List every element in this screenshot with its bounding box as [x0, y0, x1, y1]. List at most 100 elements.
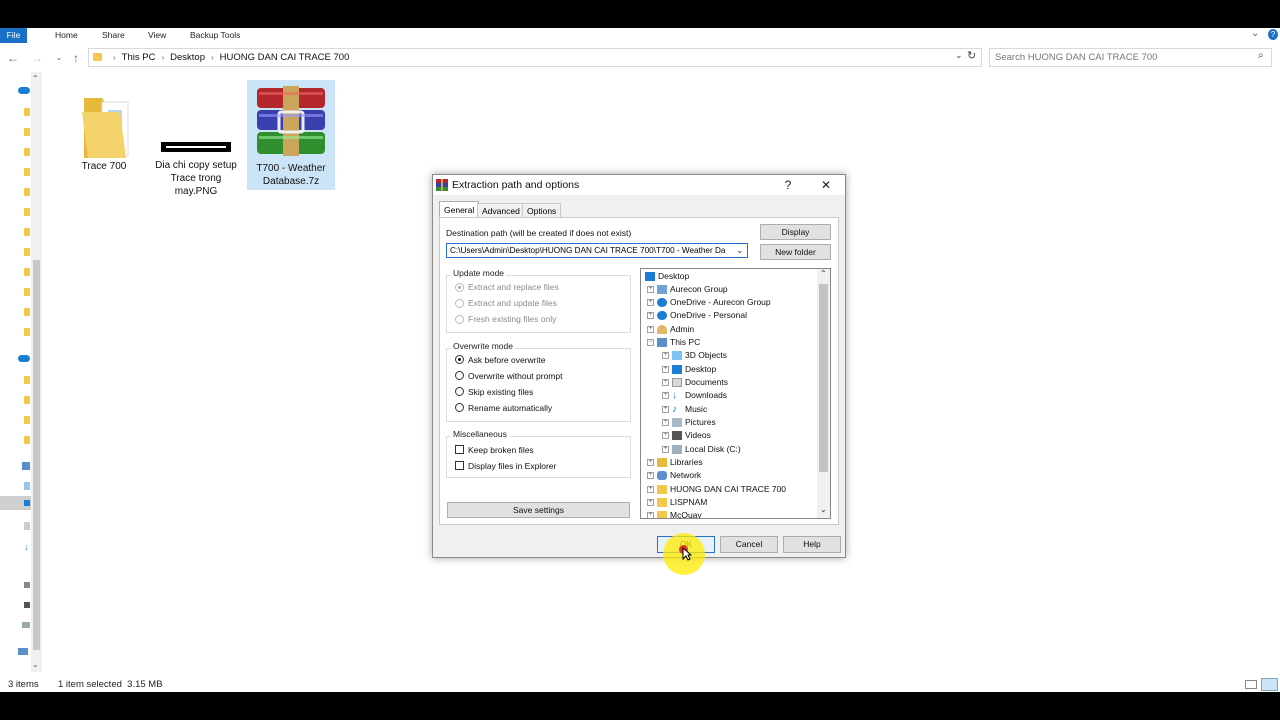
- scroll-down-icon[interactable]: ⌄: [820, 505, 827, 514]
- details-view-icon[interactable]: [1245, 680, 1257, 689]
- expand-icon[interactable]: +: [662, 446, 669, 454]
- update-mode-radio-3[interactable]: [455, 315, 464, 324]
- address-dropdown-icon[interactable]: ⌄: [955, 50, 963, 61]
- scroll-up-icon[interactable]: ⌃: [820, 269, 827, 278]
- display-button[interactable]: Display: [760, 224, 831, 240]
- cancel-button[interactable]: Cancel: [720, 536, 778, 553]
- tree-item-documents[interactable]: + Documents: [662, 376, 728, 389]
- tree-item-admin[interactable]: + Admin: [647, 323, 694, 336]
- expand-icon[interactable]: +: [647, 286, 654, 294]
- expand-icon[interactable]: +: [647, 326, 654, 334]
- expand-icon[interactable]: +: [647, 512, 654, 518]
- ribbon-expand-icon[interactable]: ⌄: [1251, 28, 1259, 39]
- breadcrumb-desktop[interactable]: Desktop: [170, 52, 205, 63]
- display-in-explorer-checkbox[interactable]: [455, 461, 464, 470]
- scroll-down-icon[interactable]: ⌄: [32, 660, 39, 669]
- expand-icon[interactable]: +: [647, 499, 654, 507]
- expand-icon[interactable]: +: [662, 392, 669, 400]
- overwrite-mode-option-2[interactable]: Overwrite without prompt: [468, 371, 562, 381]
- overwrite-mode-radio-4[interactable]: [455, 403, 464, 412]
- up-button[interactable]: ↑: [67, 46, 85, 70]
- tree-item-huong-dan-folder[interactable]: + HUONG DAN CAI TRACE 700: [647, 483, 786, 496]
- chevron-down-icon[interactable]: ⌄: [736, 244, 744, 257]
- tree-item-local-disk[interactable]: + Local Disk (C:): [662, 443, 741, 456]
- search-input[interactable]: Search HUONG DAN CAI TRACE 700: [995, 49, 1157, 66]
- help-button[interactable]: Help: [783, 536, 841, 553]
- dialog-help-button[interactable]: ?: [775, 175, 801, 195]
- ribbon-tab-share[interactable]: Share: [96, 28, 131, 43]
- dialog-close-button[interactable]: ✕: [813, 175, 839, 195]
- folder-icon: [24, 168, 30, 176]
- update-mode-radio-1[interactable]: [455, 283, 464, 292]
- tree-item-aurecon-group[interactable]: + Aurecon Group: [647, 283, 728, 296]
- tree-item-music[interactable]: + ♪ Music: [662, 403, 707, 416]
- tree-item-downloads[interactable]: + ↓ Downloads: [662, 389, 727, 402]
- dialog-titlebar[interactable]: Extraction path and options ? ✕: [433, 175, 845, 195]
- ribbon-tab-view[interactable]: View: [142, 28, 172, 43]
- tree-item-mcquay[interactable]: + McQuay: [647, 509, 702, 518]
- display-in-explorer-label[interactable]: Display files in Explorer: [468, 461, 556, 471]
- new-folder-button[interactable]: New folder: [760, 244, 831, 260]
- expand-icon[interactable]: +: [647, 299, 654, 307]
- tree-scrollbar[interactable]: ⌃ ⌄: [817, 269, 830, 518]
- tree-item-desktop-pc[interactable]: + Desktop: [662, 363, 716, 376]
- expand-icon[interactable]: +: [662, 406, 669, 414]
- search-box[interactable]: Search HUONG DAN CAI TRACE 700 ⌕: [989, 48, 1272, 67]
- tree-item-pictures[interactable]: + Pictures: [662, 416, 716, 429]
- tree-item-libraries[interactable]: + Libraries: [647, 456, 703, 469]
- expand-icon[interactable]: +: [647, 486, 654, 494]
- scroll-up-icon[interactable]: ⌃: [32, 74, 39, 83]
- file-item-png[interactable]: Dia chi copy setup Trace trong may.PNG: [154, 84, 238, 204]
- destination-path-combo[interactable]: C:\Users\Admin\Desktop\HUONG DAN CAI TRA…: [446, 243, 748, 258]
- ribbon-tab-backup-tools[interactable]: Backup Tools: [184, 28, 246, 43]
- tree-item-label: Music: [685, 404, 708, 414]
- collapse-icon[interactable]: −: [647, 339, 654, 347]
- update-mode-radio-2[interactable]: [455, 299, 464, 308]
- expand-icon[interactable]: +: [647, 459, 654, 467]
- tree-item-onedrive-aurecon[interactable]: + OneDrive - Aurecon Group: [647, 296, 771, 309]
- tree-item-3d-objects[interactable]: +3D Objects: [662, 349, 727, 362]
- back-button[interactable]: ←: [4, 46, 22, 70]
- tree-item-network[interactable]: + Network: [647, 469, 701, 482]
- expand-icon[interactable]: +: [662, 366, 669, 374]
- expand-icon[interactable]: +: [647, 472, 654, 480]
- large-icons-view-icon[interactable]: [1261, 678, 1278, 691]
- keep-broken-files-label[interactable]: Keep broken files: [468, 445, 534, 455]
- file-item-archive-selected[interactable]: T700 - Weather Database.7z: [247, 80, 335, 190]
- tab-options[interactable]: Options: [522, 203, 562, 217]
- forward-button[interactable]: →: [28, 46, 46, 70]
- overwrite-mode-option-1[interactable]: Ask before overwrite: [468, 355, 545, 365]
- overwrite-mode-radio-1[interactable]: [455, 355, 464, 364]
- tree-item-videos[interactable]: + Videos: [662, 429, 711, 442]
- folder-icon: [24, 128, 30, 136]
- tree-item-this-pc[interactable]: − This PC: [647, 336, 700, 349]
- overwrite-mode-option-3[interactable]: Skip existing files: [468, 387, 533, 397]
- expand-icon[interactable]: +: [662, 432, 669, 440]
- navigation-scroll-thumb[interactable]: [33, 260, 40, 650]
- refresh-icon[interactable]: ↻: [967, 49, 976, 62]
- save-settings-button[interactable]: Save settings: [447, 502, 630, 518]
- tab-general[interactable]: General: [439, 201, 480, 218]
- file-item-folder[interactable]: Trace 700: [66, 84, 142, 184]
- help-icon[interactable]: ?: [1268, 29, 1278, 40]
- tree-scroll-thumb[interactable]: [819, 284, 828, 472]
- expand-icon[interactable]: +: [647, 312, 654, 320]
- address-bar[interactable]: › This PC › Desktop › HUONG DAN CAI TRACE 700…: [88, 48, 982, 67]
- expand-icon[interactable]: +: [662, 379, 669, 387]
- overwrite-mode-option-4[interactable]: Rename automatically: [468, 403, 552, 413]
- folder-tree[interactable]: Desktop + Aurecon Group + OneDrive - Aurec…: [640, 268, 831, 519]
- expand-icon[interactable]: +: [662, 352, 669, 360]
- overwrite-mode-radio-2[interactable]: [455, 371, 464, 380]
- recent-locations-icon[interactable]: ⌄: [50, 46, 68, 70]
- expand-icon[interactable]: +: [662, 419, 669, 427]
- tree-item-lispnam[interactable]: + LISPNAM: [647, 496, 707, 509]
- keep-broken-files-checkbox[interactable]: [455, 445, 464, 454]
- ribbon-tab-home[interactable]: Home: [49, 28, 84, 43]
- tree-item-desktop[interactable]: Desktop: [645, 270, 689, 283]
- breadcrumb-this-pc[interactable]: This PC: [122, 52, 156, 63]
- overwrite-mode-radio-3[interactable]: [455, 387, 464, 396]
- ribbon-tab-file[interactable]: File: [0, 28, 27, 43]
- tree-item-onedrive-personal[interactable]: + OneDrive - Personal: [647, 309, 747, 322]
- breadcrumb-current-folder[interactable]: HUONG DAN CAI TRACE 700: [220, 52, 350, 63]
- tab-advanced[interactable]: Advanced: [477, 203, 525, 217]
